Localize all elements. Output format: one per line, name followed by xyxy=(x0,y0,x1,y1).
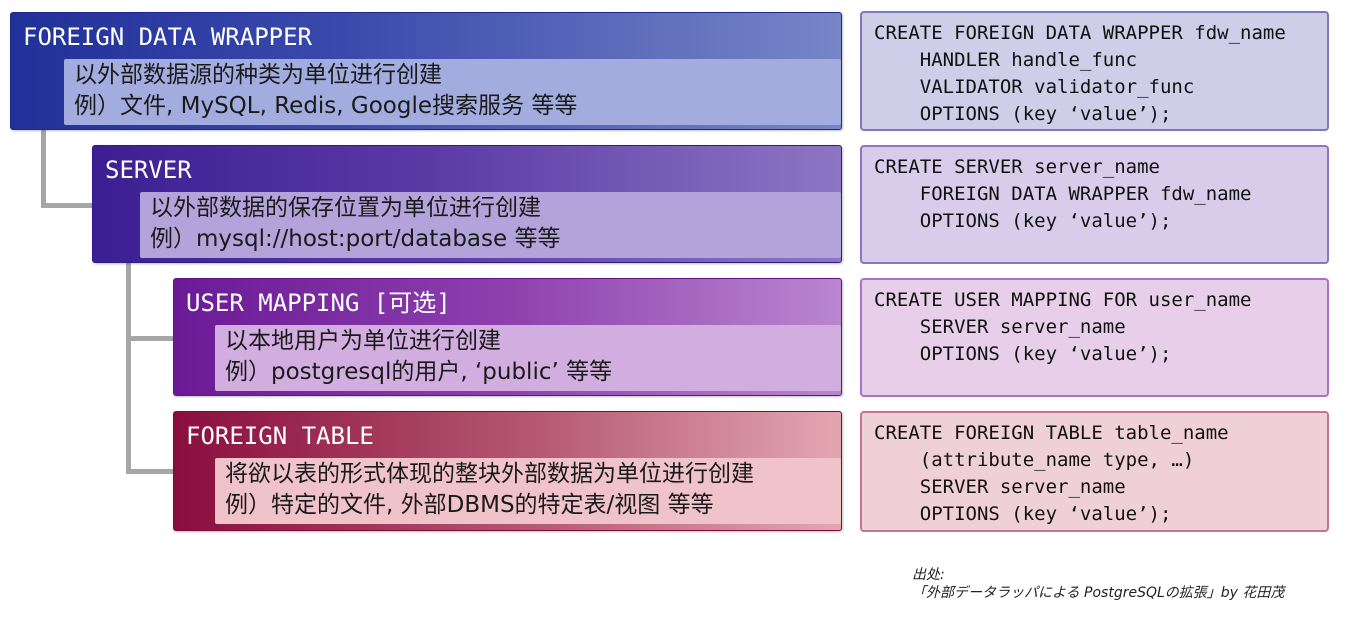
connector-fdw-to-server xyxy=(41,130,46,208)
server-sql-code: CREATE SERVER server_name FOREIGN DATA W… xyxy=(860,145,1329,264)
connector-fdw-to-server-h xyxy=(41,203,93,208)
server-description: 以外部数据的保存位置为单位进行创建 例）mysql://host:port/da… xyxy=(140,192,841,258)
user-mapping-description: 以本地用户为单位进行创建 例）postgresql的用户, ‘public’ 等… xyxy=(215,325,841,391)
server-title: SERVER xyxy=(105,156,192,184)
server-description-line1: 以外部数据的保存位置为单位进行创建 xyxy=(150,195,541,221)
foreign-table-description-line1: 将欲以表的形式体现的整块外部数据为单位进行创建 xyxy=(225,461,754,487)
fdw-title: FOREIGN DATA WRAPPER xyxy=(23,23,312,51)
foreign-table-sql-code: CREATE FOREIGN TABLE table_name (attribu… xyxy=(860,411,1329,532)
fdw-description-line1: 以外部数据源的种类为单位进行创建 xyxy=(74,62,442,88)
fdw-sql-code: CREATE FOREIGN DATA WRAPPER fdw_name HAN… xyxy=(860,11,1329,131)
connector-server-to-foreign-table xyxy=(126,469,174,474)
foreign-table-level-box: FOREIGN TABLE 将欲以表的形式体现的整块外部数据为单位进行创建 例）… xyxy=(173,411,842,531)
user-mapping-description-line1: 以本地用户为单位进行创建 xyxy=(225,328,501,354)
source-reference: 「外部データラッパによる PostgreSQLの拡張」by 花田茂 xyxy=(912,585,1285,601)
connector-server-to-user-mapping xyxy=(126,336,174,341)
foreign-table-title: FOREIGN TABLE xyxy=(186,422,374,450)
foreign-table-description: 将欲以表的形式体现的整块外部数据为单位进行创建 例）特定的文件, 外部DBMS的… xyxy=(215,458,841,524)
source-label: 出处: xyxy=(912,567,945,583)
fdw-level-box: FOREIGN DATA WRAPPER 以外部数据源的种类为单位进行创建 例）… xyxy=(10,12,842,130)
user-mapping-description-line2: 例）postgresql的用户, ‘public’ 等等 xyxy=(225,359,613,385)
foreign-table-description-line2: 例）特定的文件, 外部DBMS的特定表/视图 等等 xyxy=(225,492,714,518)
server-description-line2: 例）mysql://host:port/database 等等 xyxy=(150,226,561,252)
user-mapping-title: USER MAPPING [可选] xyxy=(186,289,451,317)
user-mapping-level-box: USER MAPPING [可选] 以本地用户为单位进行创建 例）postgre… xyxy=(173,278,842,396)
fdw-description: 以外部数据源的种类为单位进行创建 例）文件, MySQL, Redis, Goo… xyxy=(64,59,841,125)
connector-server-to-children xyxy=(126,263,131,474)
fdw-description-line2: 例）文件, MySQL, Redis, Google搜索服务 等等 xyxy=(74,93,578,119)
source-citation: 出处: 「外部データラッパによる PostgreSQLの拡張」by 花田茂 xyxy=(912,566,1332,602)
user-mapping-sql-code: CREATE USER MAPPING FOR user_name SERVER… xyxy=(860,278,1329,397)
server-level-box: SERVER 以外部数据的保存位置为单位进行创建 例）mysql://host:… xyxy=(92,145,842,263)
